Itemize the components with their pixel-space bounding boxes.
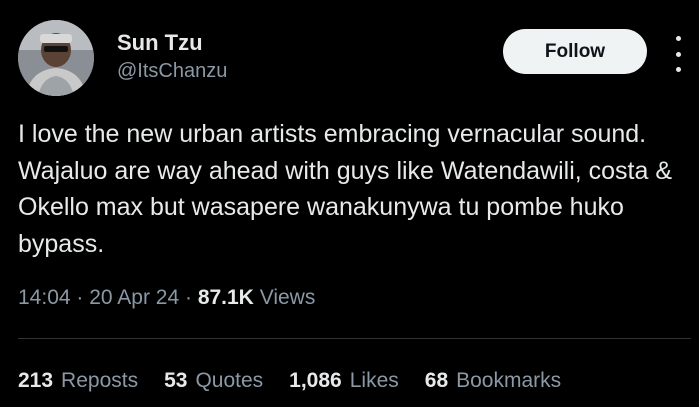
divider [18, 338, 691, 339]
more-icon[interactable] [668, 36, 688, 72]
follow-button[interactable]: Follow [503, 29, 647, 74]
likes-stat[interactable]: 1,086 Likes [289, 369, 399, 393]
quotes-count: 53 [164, 369, 188, 392]
avatar[interactable] [18, 20, 94, 96]
reposts-label: Reposts [61, 369, 139, 392]
likes-label: Likes [349, 369, 399, 392]
bookmarks-label: Bookmarks [456, 369, 562, 392]
tweet-meta: 14:04 · 20 Apr 24 · 87.1K Views [18, 286, 315, 310]
reposts-stat[interactable]: 213 Reposts [18, 369, 138, 393]
views-count: 87.1K [197, 286, 254, 309]
quotes-label: Quotes [195, 369, 264, 392]
author-handle[interactable]: @ItsChanzu [117, 60, 227, 83]
avatar-image [18, 20, 94, 96]
engagement-stats: 213 Reposts 53 Quotes 1,086 Likes 68 Bookmar… [18, 369, 587, 393]
author-name[interactable]: Sun Tzu [117, 30, 203, 56]
tweet-date[interactable]: 20 Apr 24 [89, 286, 179, 309]
likes-count: 1,086 [289, 369, 342, 392]
views-label: Views [259, 286, 316, 309]
quotes-stat[interactable]: 53 Quotes [164, 369, 263, 393]
tweet-text: I love the new urban artists embracing v… [18, 120, 686, 258]
bookmarks-stat[interactable]: 68 Bookmarks [425, 369, 561, 393]
tweet-time[interactable]: 14:04 [18, 286, 71, 309]
separator-dot: · [76, 286, 90, 309]
bookmarks-count: 68 [424, 369, 449, 392]
reposts-count: 213 [18, 369, 54, 392]
separator-dot: · [184, 286, 198, 309]
